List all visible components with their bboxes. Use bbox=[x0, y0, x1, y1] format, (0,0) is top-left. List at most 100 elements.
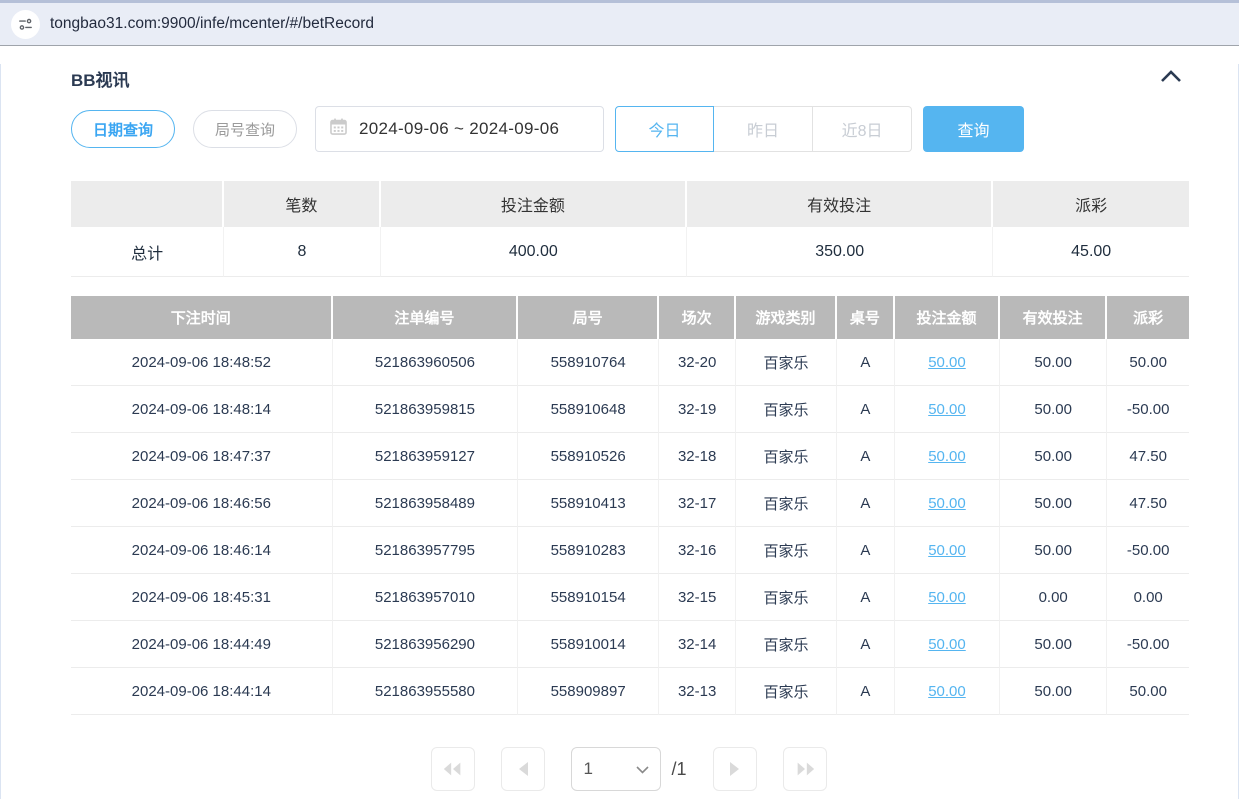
table-no-cell: A bbox=[837, 574, 895, 621]
bet-time-cell: 2024-09-06 18:46:56 bbox=[71, 480, 333, 527]
valid-bet-cell: 0.00 bbox=[1000, 574, 1107, 621]
bet-amount-link[interactable]: 50.00 bbox=[928, 589, 966, 606]
game-type-cell: 百家乐 bbox=[736, 339, 837, 386]
table-no-cell: A bbox=[837, 668, 895, 715]
bet-amount-link[interactable]: 50.00 bbox=[928, 542, 966, 559]
last-page-button[interactable] bbox=[783, 747, 827, 791]
valid-bet-cell: 50.00 bbox=[1000, 668, 1107, 715]
payout-cell: -50.00 bbox=[1107, 386, 1189, 433]
order-no-cell: 521863959815 bbox=[333, 386, 519, 433]
yesterday-button[interactable]: 昨日 bbox=[714, 106, 813, 152]
round-no-cell: 558910648 bbox=[518, 386, 659, 433]
records-header-order-no: 注单编号 bbox=[333, 296, 519, 339]
table-no-cell: A bbox=[837, 527, 895, 574]
site-settings-icon[interactable] bbox=[11, 10, 40, 39]
session-cell: 32-17 bbox=[659, 480, 736, 527]
payout-cell: 50.00 bbox=[1107, 668, 1189, 715]
summary-total-label: 总计 bbox=[71, 227, 224, 277]
prev-page-button[interactable] bbox=[501, 747, 545, 791]
valid-bet-cell: 50.00 bbox=[1000, 527, 1107, 574]
session-cell: 32-14 bbox=[659, 621, 736, 668]
bet-amount-link[interactable]: 50.00 bbox=[928, 495, 966, 512]
bet-time-cell: 2024-09-06 18:48:14 bbox=[71, 386, 333, 433]
summary-payout-value: 45.00 bbox=[993, 227, 1189, 277]
payout-cell: 47.50 bbox=[1107, 433, 1189, 480]
records-header-row: 下注时间 注单编号 局号 场次 游戏类别 桌号 投注金额 有效投注 派彩 bbox=[71, 296, 1189, 339]
records-table-body: 2024-09-06 18:48:52 521863960506 5589107… bbox=[71, 339, 1189, 715]
today-button[interactable]: 今日 bbox=[615, 106, 714, 152]
order-no-cell: 521863957795 bbox=[333, 527, 519, 574]
session-cell: 32-16 bbox=[659, 527, 736, 574]
table-no-cell: A bbox=[837, 386, 895, 433]
total-pages-label: /1 bbox=[671, 759, 686, 780]
table-row: 2024-09-06 18:48:52 521863960506 5589107… bbox=[71, 339, 1189, 386]
table-no-cell: A bbox=[837, 433, 895, 480]
order-no-cell: 521863960506 bbox=[333, 339, 519, 386]
game-type-cell: 百家乐 bbox=[736, 433, 837, 480]
records-header-bet-time: 下注时间 bbox=[71, 296, 333, 339]
order-no-cell: 521863955580 bbox=[333, 668, 519, 715]
collapse-chevron-up-icon[interactable] bbox=[1155, 67, 1187, 90]
payout-cell: -50.00 bbox=[1107, 527, 1189, 574]
bet-amount-link[interactable]: 50.00 bbox=[928, 683, 966, 700]
order-no-cell: 521863959127 bbox=[333, 433, 519, 480]
round-no-cell: 558910764 bbox=[518, 339, 659, 386]
game-type-cell: 百家乐 bbox=[736, 574, 837, 621]
records-header-game-type: 游戏类别 bbox=[736, 296, 837, 339]
bet-amount-link[interactable]: 50.00 bbox=[928, 354, 966, 371]
valid-bet-cell: 50.00 bbox=[1000, 480, 1107, 527]
order-no-cell: 521863956290 bbox=[333, 621, 519, 668]
game-type-cell: 百家乐 bbox=[736, 527, 837, 574]
bet-amount-link[interactable]: 50.00 bbox=[928, 401, 966, 418]
valid-bet-cell: 50.00 bbox=[1000, 386, 1107, 433]
game-type-cell: 百家乐 bbox=[736, 386, 837, 433]
summary-bet-amount-value: 400.00 bbox=[381, 227, 687, 277]
calendar-icon bbox=[329, 117, 348, 141]
summary-header-count: 笔数 bbox=[224, 181, 381, 227]
session-cell: 32-15 bbox=[659, 574, 736, 621]
payout-cell: 0.00 bbox=[1107, 574, 1189, 621]
summary-valid-bet-value: 350.00 bbox=[687, 227, 993, 277]
page-select[interactable]: 1 bbox=[571, 747, 661, 791]
payout-cell: 47.50 bbox=[1107, 480, 1189, 527]
session-cell: 32-18 bbox=[659, 433, 736, 480]
current-page-value: 1 bbox=[583, 759, 592, 779]
bet-time-cell: 2024-09-06 18:44:49 bbox=[71, 621, 333, 668]
summary-header-row: 笔数 投注金额 有效投注 派彩 bbox=[71, 181, 1189, 227]
date-query-tab[interactable]: 日期查询 bbox=[71, 110, 175, 148]
summary-header-valid-bet: 有效投注 bbox=[687, 181, 993, 227]
table-row: 2024-09-06 18:47:37 521863959127 5589105… bbox=[71, 433, 1189, 480]
pagination: 1 /1 bbox=[71, 747, 1187, 791]
round-query-tab[interactable]: 局号查询 bbox=[193, 110, 297, 148]
session-cell: 32-19 bbox=[659, 386, 736, 433]
summary-count-value: 8 bbox=[224, 227, 381, 277]
browser-address-bar[interactable]: tongbao31.com:9900/infe/mcenter/#/betRec… bbox=[0, 0, 1239, 46]
bet-amount-link[interactable]: 50.00 bbox=[928, 636, 966, 653]
valid-bet-cell: 50.00 bbox=[1000, 621, 1107, 668]
bet-amount-link[interactable]: 50.00 bbox=[928, 448, 966, 465]
game-type-cell: 百家乐 bbox=[736, 480, 837, 527]
summary-header-payout: 派彩 bbox=[993, 181, 1189, 227]
session-cell: 32-13 bbox=[659, 668, 736, 715]
first-page-button[interactable] bbox=[431, 747, 475, 791]
last-8-days-button[interactable]: 近8日 bbox=[813, 106, 912, 152]
url-text[interactable]: tongbao31.com:9900/infe/mcenter/#/betRec… bbox=[50, 15, 374, 33]
bet-records-table: 下注时间 注单编号 局号 场次 游戏类别 桌号 投注金额 有效投注 派彩 202… bbox=[71, 296, 1189, 715]
table-row: 2024-09-06 18:48:14 521863959815 5589106… bbox=[71, 386, 1189, 433]
bet-time-cell: 2024-09-06 18:47:37 bbox=[71, 433, 333, 480]
records-header-table-no: 桌号 bbox=[837, 296, 895, 339]
records-header-payout: 派彩 bbox=[1107, 296, 1189, 339]
panel-header: BB视讯 bbox=[71, 64, 1187, 92]
round-no-cell: 558910014 bbox=[518, 621, 659, 668]
next-page-button[interactable] bbox=[713, 747, 757, 791]
page-title: BB视讯 bbox=[71, 66, 130, 91]
valid-bet-cell: 50.00 bbox=[1000, 433, 1107, 480]
table-no-cell: A bbox=[837, 480, 895, 527]
search-button[interactable]: 查询 bbox=[923, 106, 1024, 152]
table-no-cell: A bbox=[837, 621, 895, 668]
table-row: 2024-09-06 18:44:49 521863956290 5589100… bbox=[71, 621, 1189, 668]
table-row: 2024-09-06 18:45:31 521863957010 5589101… bbox=[71, 574, 1189, 621]
table-row: 2024-09-06 18:46:14 521863957795 5589102… bbox=[71, 527, 1189, 574]
date-range-value: 2024-09-06 ~ 2024-09-06 bbox=[359, 119, 559, 139]
date-range-input[interactable]: 2024-09-06 ~ 2024-09-06 bbox=[315, 106, 604, 152]
